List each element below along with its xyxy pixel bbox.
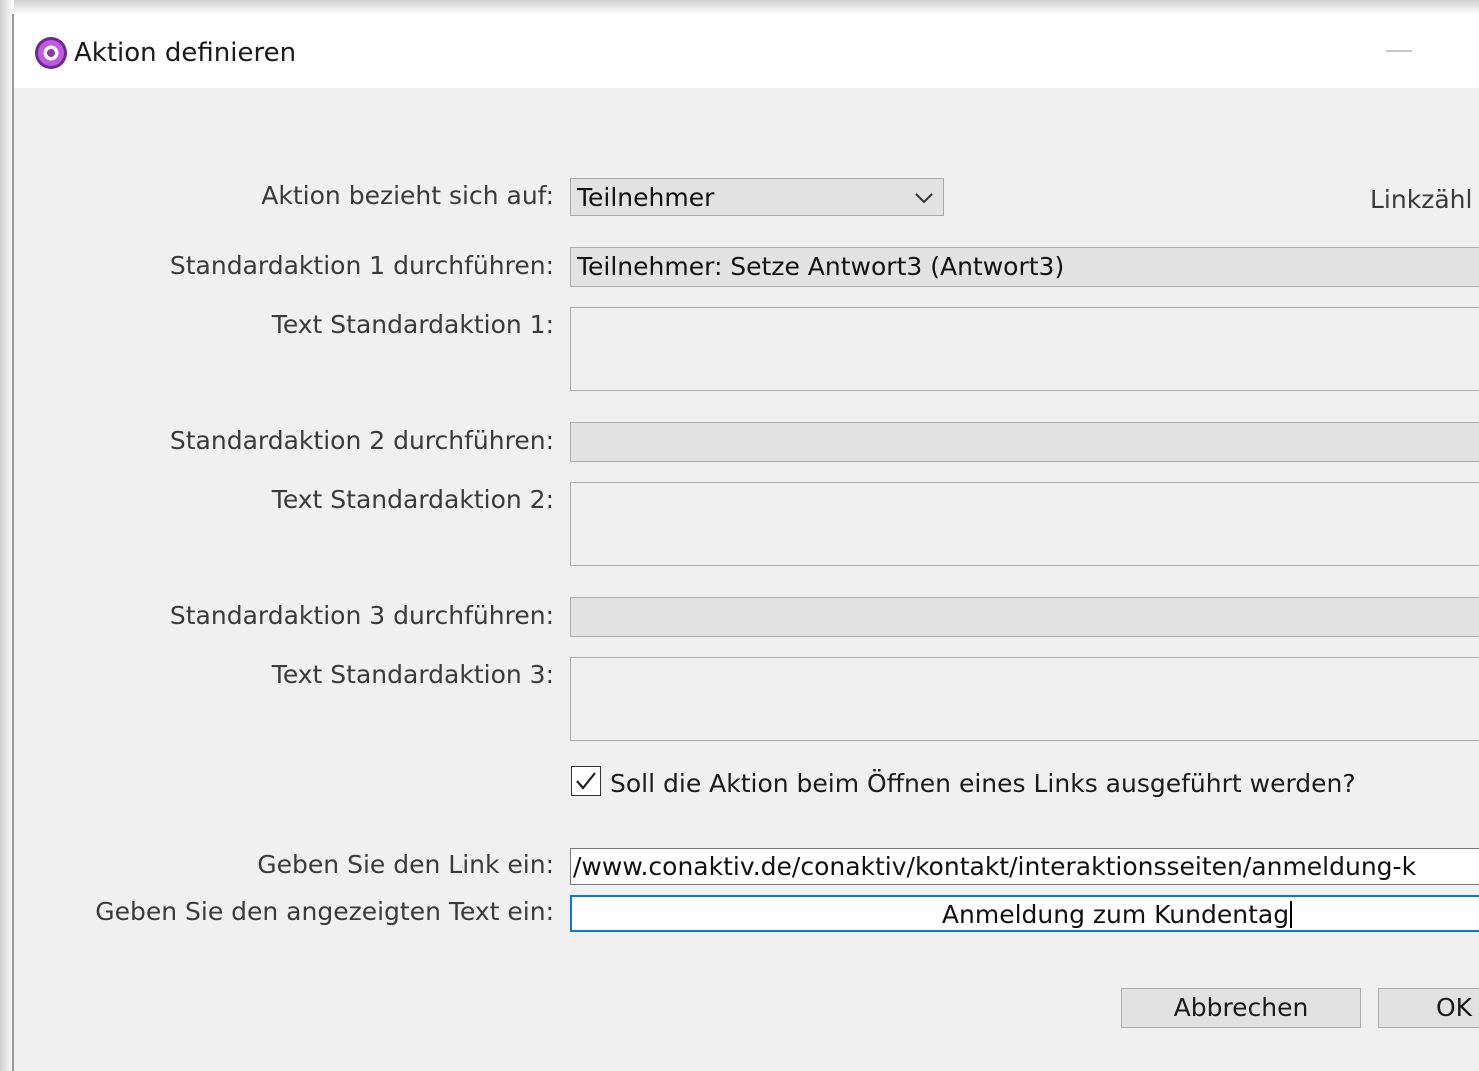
display-text-content: Anmeldung zum Kundentag xyxy=(572,900,1479,929)
display-text-label: Geben Sie den angezeigten Text ein: xyxy=(95,897,554,926)
link-counter-label: Linkzähl xyxy=(1370,185,1473,214)
action3-label: Standardaktion 3 durchführen: xyxy=(169,601,554,630)
action2-label: Standardaktion 2 durchführen: xyxy=(169,426,554,455)
relates-to-value: Teilnehmer xyxy=(577,183,715,212)
chevron-down-icon xyxy=(915,193,933,204)
text2-label: Text Standardaktion 2: xyxy=(271,485,554,514)
link-value: /www.conaktiv.de/conaktiv/kontakt/intera… xyxy=(573,852,1417,881)
ok-button[interactable]: OK xyxy=(1378,988,1479,1028)
action1-field[interactable]: Teilnehmer: Setze Antwort3 (Antwort3) xyxy=(570,247,1479,287)
action1-label: Standardaktion 1 durchführen: xyxy=(169,251,554,280)
action1-value: Teilnehmer: Setze Antwort3 (Antwort3) xyxy=(577,252,1065,281)
minimize-button[interactable] xyxy=(1386,50,1412,52)
cancel-button[interactable]: Abbrechen xyxy=(1121,988,1361,1028)
text1-label: Text Standardaktion 1: xyxy=(271,310,554,339)
checkmark-icon xyxy=(576,772,596,790)
title-bar[interactable]: Aktion definieren xyxy=(14,14,1479,88)
window-title: Aktion definieren xyxy=(74,38,297,68)
display-text-input[interactable]: Anmeldung zum Kundentag xyxy=(570,895,1479,932)
text3-textarea[interactable] xyxy=(570,657,1479,741)
display-text-value: Anmeldung zum Kundentag xyxy=(941,900,1290,929)
text1-textarea[interactable] xyxy=(570,307,1479,391)
relates-to-dropdown[interactable]: Teilnehmer xyxy=(570,178,944,216)
text2-textarea[interactable] xyxy=(570,482,1479,566)
text-caret xyxy=(1290,901,1293,928)
relates-to-label: Aktion bezieht sich auf: xyxy=(261,181,554,210)
action3-field[interactable] xyxy=(570,597,1479,637)
dialog-window: Aktion definieren Aktion bezieht sich au… xyxy=(12,14,1479,1071)
action2-field[interactable] xyxy=(570,422,1479,462)
text3-label: Text Standardaktion 3: xyxy=(271,660,554,689)
link-label: Geben Sie den Link ein: xyxy=(257,850,554,879)
on-link-open-label[interactable]: Soll die Aktion beim Öffnen eines Links … xyxy=(610,769,1356,798)
window-shadow-top xyxy=(0,0,1479,14)
on-link-open-checkbox[interactable] xyxy=(571,766,601,796)
link-input[interactable]: /www.conaktiv.de/conaktiv/kontakt/intera… xyxy=(570,848,1479,885)
purple-ring-icon xyxy=(35,37,67,69)
